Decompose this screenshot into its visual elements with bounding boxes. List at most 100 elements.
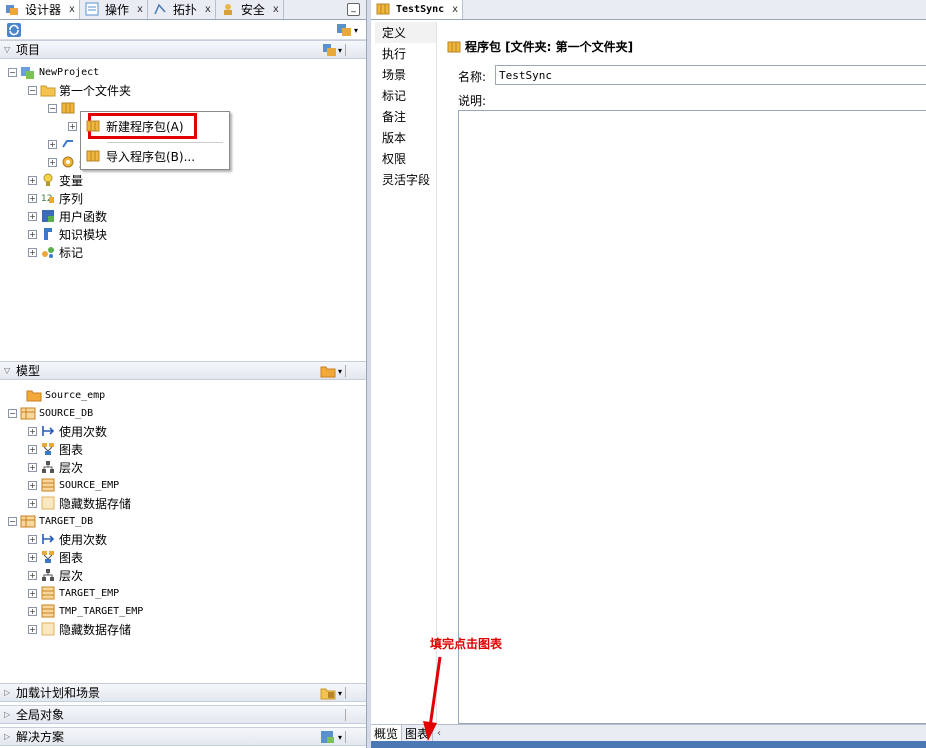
expand-icon[interactable]: + [28,211,37,221]
tree-node-markers[interactable]: + 标记 [28,243,83,261]
vtab-markers[interactable]: 标记 [375,85,436,106]
load-plans-section-header[interactable]: ▷ 加载计划和场景 ▾ [0,683,366,702]
tab-operator[interactable]: 操作 x [80,0,148,19]
expand-icon[interactable]: + [68,121,77,131]
tree-node-mappings[interactable]: + [48,135,79,153]
tab-testsync[interactable]: TestSync x [371,0,464,19]
tree-node-hierarchy[interactable]: + 层次 [28,566,83,584]
definition-content: 程序包 [文件夹: 第一个文件夹] 名称: 说明: [444,22,926,724]
expand-icon[interactable]: + [28,588,37,598]
global-objects-section-header[interactable]: ▷ 全局对象 [0,705,366,724]
description-textarea[interactable] [458,110,926,724]
solutions-section-header[interactable]: ▷ 解决方案 ▾ [0,727,366,746]
tree-node-source-db[interactable]: − SOURCE_DB [8,404,93,422]
load-plan-menu-icon[interactable]: ▾ [320,686,342,700]
collapse-icon[interactable]: − [28,85,37,95]
name-input[interactable] [495,65,926,85]
expand-icon[interactable]: + [28,193,37,203]
tree-node-hidden-datastore[interactable]: + 隐藏数据存储 [28,620,131,638]
model-menu-icon[interactable]: ▾ [320,364,342,378]
expand-icon[interactable]: + [28,624,37,634]
project-tree: − NewProject − 第一个文件夹 − + + + + 变量 + 12 … [0,59,366,361]
menu-item-import-package[interactable]: 导入程序包(B)... [85,146,195,166]
tree-node-diagram[interactable]: + 图表 [28,548,83,566]
expand-icon[interactable]: + [28,552,37,562]
tab-topology[interactable]: 拓扑 x [148,0,216,19]
expand-icon[interactable]: + [28,480,37,490]
package-icon [446,39,462,55]
minimize-button[interactable]: _ [347,3,360,16]
expand-icon[interactable]: + [28,175,37,185]
project-menu-icon[interactable]: ▾ [322,43,342,57]
tree-node-packages[interactable]: − [48,99,79,117]
expand-icon[interactable]: + [28,229,37,239]
mapping-icon [60,136,76,152]
navigator-toolbar: ▾ [0,20,366,40]
tree-node-datastore[interactable]: + TARGET_EMP [28,584,119,602]
package-icon [85,148,101,164]
tree-node-folder[interactable]: − 第一个文件夹 [28,81,131,99]
tree-node-knowledge-modules[interactable]: + 知识模块 [28,225,107,243]
tree-node-datastore[interactable]: + TMP_TARGET_EMP [28,602,143,620]
collapse-icon[interactable]: − [8,408,17,418]
expand-icon[interactable]: + [28,570,37,580]
vtab-scenarios[interactable]: 场景 [375,64,436,85]
tree-node-user-functions[interactable]: + 用户函数 [28,207,107,225]
vtab-definition[interactable]: 定义 [375,22,436,43]
expand-icon[interactable]: + [48,139,57,149]
close-icon[interactable]: x [205,4,211,15]
hierarchy-icon [40,459,56,475]
tree-node-hierarchy[interactable]: + 层次 [28,458,83,476]
tree-node-source-emp-folder[interactable]: Source_emp [26,386,105,404]
close-icon[interactable]: x [452,4,458,15]
tree-node-hidden-datastore[interactable]: + 隐藏数据存储 [28,494,131,512]
operator-icon [84,1,100,17]
vtab-execution[interactable]: 执行 [375,43,436,64]
project-section-header[interactable]: ▽ 项目 ▾ [0,40,366,59]
expand-icon[interactable]: + [28,426,37,436]
tab-label: TestSync [396,3,445,15]
close-icon[interactable]: x [137,4,143,15]
variable-icon [40,172,56,188]
odi-studio-window: 设计器 x 操作 x 拓扑 x 安全 x _ ▾ ▽ 项目 ▾ − NewPro… [0,0,926,748]
close-icon[interactable]: x [69,4,75,15]
tree-node-hidden[interactable]: + [68,117,80,135]
connect-navigator-icon[interactable]: ▾ [336,22,358,38]
folder-icon [40,82,56,98]
menu-item-new-package[interactable]: 新建程序包(A) [85,116,184,136]
refresh-icon[interactable] [6,22,22,41]
tree-node-usage[interactable]: + 使用次数 [28,422,107,440]
vtab-memo[interactable]: 备注 [375,106,436,127]
tree-node-newproject[interactable]: − NewProject [8,63,99,81]
vtab-flexfields[interactable]: 灵活字段 [375,169,436,190]
solution-menu-icon[interactable]: ▾ [320,730,342,744]
expand-icon[interactable]: + [28,534,37,544]
tree-node-sequences[interactable]: + 12 序列 [28,189,83,207]
node-label: TMP_TARGET_EMP [59,605,144,617]
expand-icon[interactable]: + [28,606,37,616]
vtab-version[interactable]: 版本 [375,127,436,148]
collapse-icon[interactable]: − [8,516,17,526]
tree-node-datastore[interactable]: + SOURCE_EMP [28,476,119,494]
collapse-icon[interactable]: − [48,103,57,113]
expand-icon[interactable]: + [28,444,37,454]
expand-icon[interactable]: + [28,462,37,472]
tab-designer[interactable]: 设计器 x [0,0,80,19]
tree-node-target-db[interactable]: − TARGET_DB [8,512,93,530]
close-icon[interactable]: x [273,4,279,15]
expand-icon[interactable]: + [28,247,37,257]
tree-node-diagram[interactable]: + 图表 [28,440,83,458]
model-section-header[interactable]: ▽ 模型 ▾ [0,361,366,380]
tab-overview[interactable]: 概览 [371,725,403,742]
collapse-icon[interactable]: − [8,67,17,77]
tree-node-usage[interactable]: + 使用次数 [28,530,107,548]
expand-icon[interactable]: + [48,157,57,167]
vtab-privileges[interactable]: 权限 [375,148,436,169]
tab-security[interactable]: 安全 x [216,0,284,19]
node-label: 序列 [59,191,84,206]
tree-node-variables[interactable]: + 变量 [28,171,83,189]
section-separator [345,731,346,743]
name-label: 名称: [458,70,487,84]
annotation-text: 填完点击图表 [430,637,503,651]
expand-icon[interactable]: + [28,498,37,508]
